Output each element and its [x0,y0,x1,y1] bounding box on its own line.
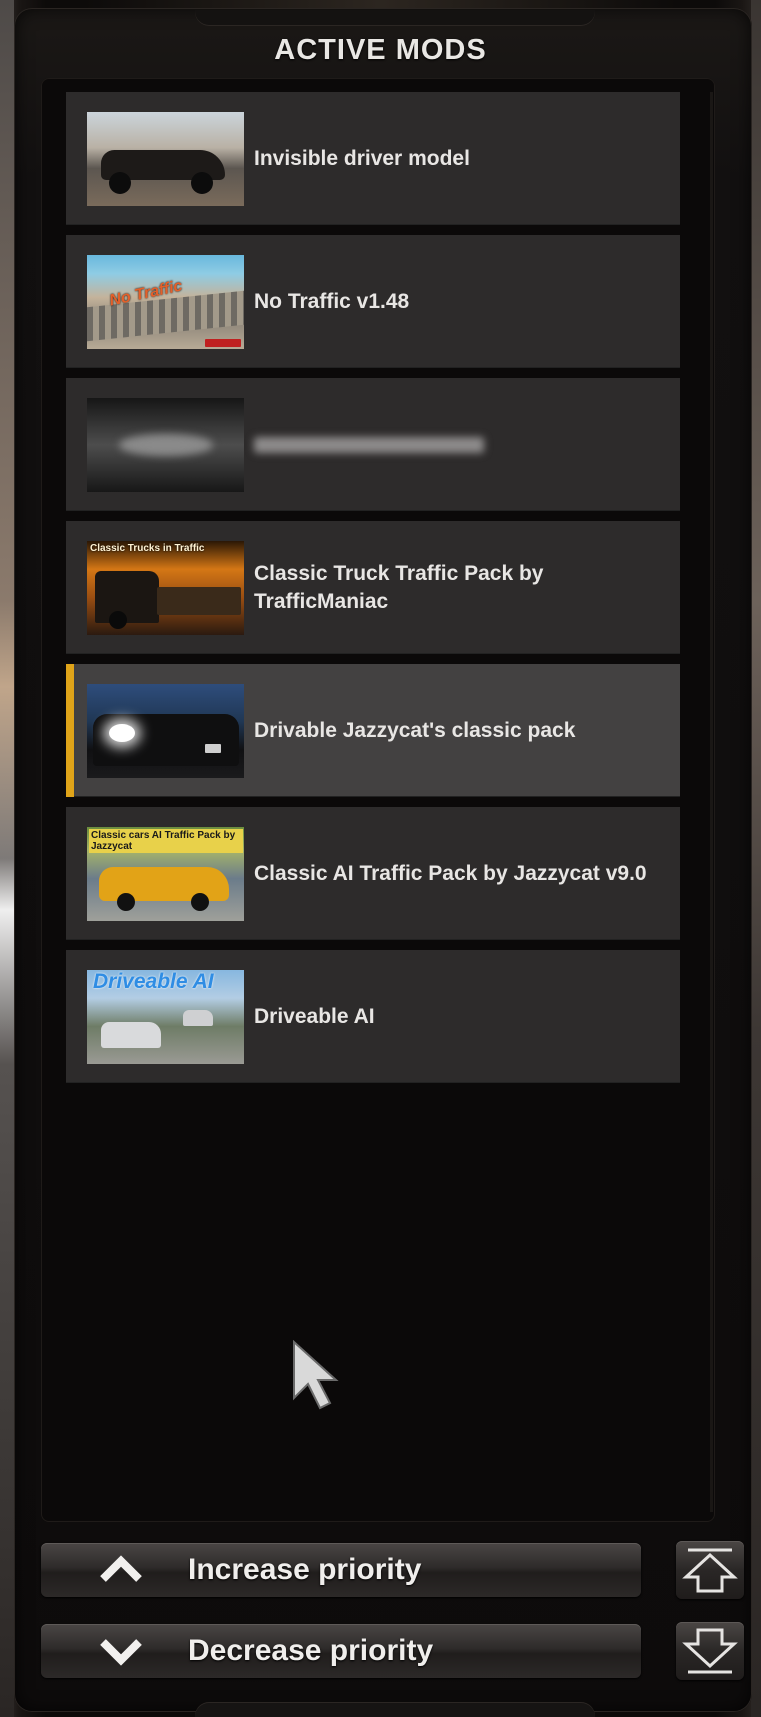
background-scene-left [0,0,14,1717]
thumbnail-caption: Driveable AI [93,970,214,993]
mod-item-drivable-jazzycat-classic-pack[interactable]: Drivable Jazzycat's classic pack [66,664,680,797]
mod-item-invisible-driver-model[interactable]: Invisible driver model [66,92,680,225]
license-plate-shape [205,744,221,753]
mod-thumbnail: No Traffic [87,255,244,349]
mouse-cursor-icon [293,1340,339,1410]
wheel-shape [117,893,135,911]
mod-thumbnail: Classic cars AI Traffic Pack by Jazzycat [87,827,244,921]
blurred-text [254,436,484,453]
active-mods-screen: ACTIVE MODS Invisible driver model No Tr… [0,0,761,1717]
badge-shape [205,339,241,347]
panel-title: ACTIVE MODS [274,34,487,66]
mod-thumbnail: Driveable AI [87,970,244,1064]
thumbnail-caption: Classic Trucks in Traffic [90,543,205,554]
increase-priority-label: Increase priority [188,1553,422,1586]
wheel-shape [191,893,209,911]
mod-name: Driveable AI [254,1004,375,1028]
frame-bottom-tab [195,1702,595,1717]
mod-item-blurred[interactable] [66,378,680,511]
headlight-shape [109,724,135,742]
blurred-logo [119,434,213,456]
mod-item-no-traffic[interactable]: No Traffic No Traffic v1.48 [66,235,680,368]
mod-name: Drivable Jazzycat's classic pack [254,718,576,742]
mod-name: Classic Truck Traffic Pack by TrafficMan… [254,561,544,613]
mod-name: Invisible driver model [254,146,470,170]
chevron-up-icon [100,1555,142,1582]
move-to-bottom-button[interactable] [676,1622,744,1680]
wheel-shape [191,172,213,194]
mod-thumbnail [87,684,244,778]
selection-indicator [66,664,74,797]
mod-name [254,378,674,511]
decrease-priority-label: Decrease priority [188,1634,434,1667]
mod-item-driveable-ai[interactable]: Driveable AI Driveable AI [66,950,680,1083]
mod-thumbnail [87,398,244,492]
wheel-shape [109,172,131,194]
frame-top-tab [195,10,595,26]
mod-thumbnail [87,112,244,206]
mod-item-classic-ai-traffic-pack[interactable]: Classic cars AI Traffic Pack by Jazzycat… [66,807,680,940]
scrollbar-track[interactable] [710,92,713,1512]
car-shape [101,1022,161,1048]
chevron-down-icon [100,1639,142,1666]
background-scene-right [751,0,761,1717]
thumbnail-caption: Classic cars AI Traffic Pack by Jazzycat [89,829,243,853]
mod-name: Classic AI Traffic Pack by Jazzycat v9.0 [254,861,647,885]
mod-name: No Traffic v1.48 [254,289,410,313]
move-to-top-button[interactable] [676,1541,744,1599]
mod-thumbnail: Classic Trucks in Traffic [87,541,244,635]
move-to-top-icon [682,1548,738,1593]
decrease-priority-button[interactable]: Decrease priority [41,1624,641,1678]
increase-priority-button[interactable]: Increase priority [41,1543,641,1597]
wheel-shape [109,611,127,629]
mod-item-classic-truck-traffic-pack[interactable]: Classic Trucks in Traffic Classic Truck … [66,521,680,654]
car-shape [183,1010,213,1026]
truck-cab-shape [95,571,159,623]
move-to-bottom-icon [682,1628,738,1674]
truck-trailer-shape [157,587,241,615]
